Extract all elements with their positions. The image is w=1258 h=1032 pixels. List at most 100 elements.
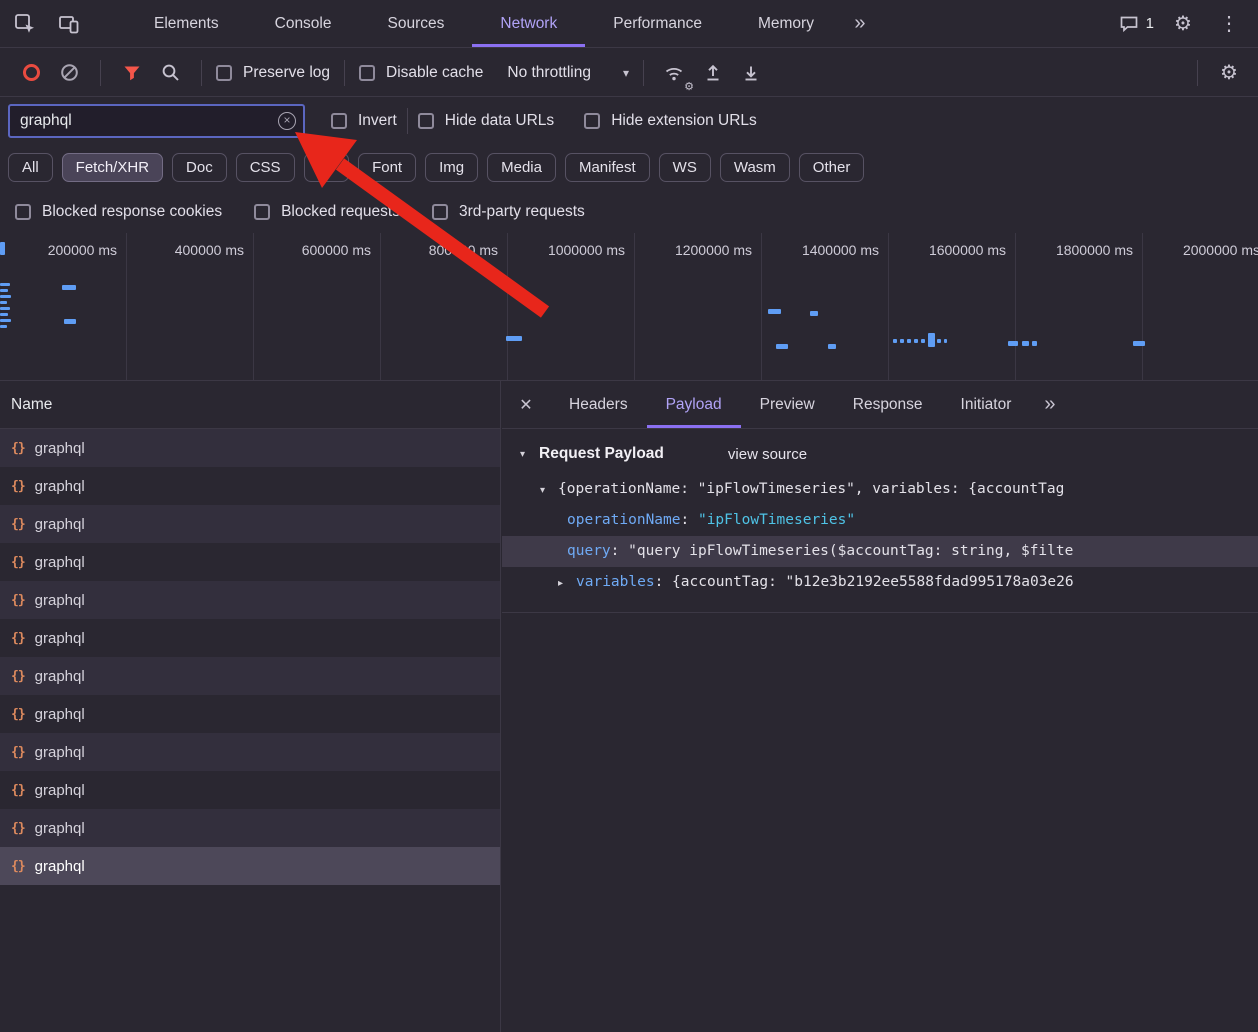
network-toolbar: Preserve log Disable cache No throttling…: [0, 49, 1258, 97]
tree-triangle-icon[interactable]: ▸: [558, 568, 576, 598]
throttling-value: No throttling: [507, 64, 591, 82]
blocked-requests-checkbox[interactable]: Blocked requests: [254, 203, 400, 221]
throttling-select[interactable]: No throttling ▾: [507, 64, 629, 82]
request-row[interactable]: {} graphql: [0, 847, 500, 885]
request-row[interactable]: {}graphql: [0, 429, 500, 467]
tab-performance[interactable]: Performance: [585, 0, 730, 47]
blocked-response-cookies-label: Blocked response cookies: [42, 203, 222, 221]
divider: [100, 60, 101, 86]
network-settings-gear-icon[interactable]: ⚙: [1212, 56, 1246, 90]
invert-checkbox[interactable]: Invert: [331, 112, 397, 130]
hide-data-urls-checkbox[interactable]: Hide data URLs: [418, 112, 554, 130]
hide-data-urls-label: Hide data URLs: [445, 112, 554, 130]
request-row[interactable]: {}graphql: [0, 809, 500, 847]
chip-other[interactable]: Other: [799, 153, 865, 182]
waterfall-bar: [768, 309, 781, 314]
hide-extension-urls-checkbox[interactable]: Hide extension URLs: [584, 112, 757, 130]
timeline-tick: 2000000 ms: [1143, 233, 1258, 380]
inspect-element-icon[interactable]: [8, 7, 42, 41]
waterfall-bar: [0, 295, 11, 298]
chip-font[interactable]: Font: [358, 153, 416, 182]
overview-timeline[interactable]: 200000 ms400000 ms600000 ms800000 ms1000…: [0, 233, 1258, 381]
timeline-tick: 1800000 ms: [1016, 233, 1143, 380]
tab-network[interactable]: Network: [472, 0, 585, 47]
request-name: graphql: [35, 478, 85, 495]
network-conditions-icon[interactable]: ⚙: [658, 56, 692, 90]
chip-doc[interactable]: Doc: [172, 153, 227, 182]
request-row[interactable]: {}graphql: [0, 467, 500, 505]
chip-img[interactable]: Img: [425, 153, 478, 182]
payload-row[interactable]: ▸variables: {accountTag: "b12e3b2192ee55…: [502, 567, 1258, 598]
3rd-party-requests-checkbox[interactable]: 3rd-party requests: [432, 203, 585, 221]
chip-css[interactable]: CSS: [236, 153, 295, 182]
chip-manifest[interactable]: Manifest: [565, 153, 650, 182]
chip-js[interactable]: JS: [304, 153, 350, 182]
payload-row[interactable]: operationName: "ipFlowTimeseries": [502, 505, 1258, 536]
waterfall-bar: [62, 285, 76, 290]
waterfall-bar: [1133, 341, 1145, 346]
view-source-link[interactable]: view source: [728, 446, 807, 463]
payload-row[interactable]: query: "query ipFlowTimeseries($accountT…: [502, 536, 1258, 567]
record-icon: [23, 64, 40, 81]
request-row[interactable]: {}graphql: [0, 733, 500, 771]
waterfall-bar: [1032, 341, 1037, 346]
timeline-tick: 600000 ms: [254, 233, 381, 380]
clear-filter-icon[interactable]: ×: [278, 112, 296, 130]
tree-triangle-icon[interactable]: ▾: [540, 475, 558, 505]
detail-tab-initiator[interactable]: Initiator: [942, 381, 1031, 428]
device-toolbar-icon[interactable]: [52, 7, 86, 41]
payload-row[interactable]: ▾{operationName: "ipFlowTimeseries", var…: [502, 474, 1258, 505]
clear-button[interactable]: [52, 56, 86, 90]
filter-input[interactable]: [20, 112, 273, 130]
fetch-xhr-icon: {}: [11, 859, 25, 874]
tab-console[interactable]: Console: [247, 0, 360, 47]
preserve-log-checkbox[interactable]: Preserve log: [216, 64, 330, 82]
request-row[interactable]: {}graphql: [0, 543, 500, 581]
export-har-icon[interactable]: [734, 56, 768, 90]
blocked-response-cookies-checkbox[interactable]: Blocked response cookies: [15, 203, 222, 221]
checkbox-box: [584, 113, 600, 129]
chip-ws[interactable]: WS: [659, 153, 711, 182]
import-har-icon[interactable]: [696, 56, 730, 90]
more-panels-icon[interactable]: »: [842, 7, 876, 41]
detail-tab-payload[interactable]: Payload: [647, 381, 741, 428]
collapse-triangle-icon[interactable]: ▾: [520, 449, 538, 460]
waterfall-bar: [893, 339, 897, 343]
checkbox-box: [359, 65, 375, 81]
tab-sources[interactable]: Sources: [360, 0, 473, 47]
issues-button[interactable]: 1: [1119, 15, 1154, 33]
tab-memory[interactable]: Memory: [730, 0, 842, 47]
request-row[interactable]: {}graphql: [0, 505, 500, 543]
record-button[interactable]: [14, 56, 48, 90]
chip-fetch-xhr[interactable]: Fetch/XHR: [62, 153, 163, 182]
chip-wasm[interactable]: Wasm: [720, 153, 790, 182]
divider: [407, 108, 408, 134]
issues-count: 1: [1146, 15, 1154, 32]
chip-all[interactable]: All: [8, 153, 53, 182]
kebab-menu-icon[interactable]: ⋮: [1212, 7, 1246, 41]
request-row[interactable]: {}graphql: [0, 657, 500, 695]
search-icon[interactable]: [153, 56, 187, 90]
detail-tab-response[interactable]: Response: [834, 381, 942, 428]
payload-value: {operationName: "ipFlowTimeseries", vari…: [558, 481, 1064, 497]
tab-elements[interactable]: Elements: [126, 0, 247, 47]
request-row[interactable]: {}graphql: [0, 771, 500, 809]
request-row[interactable]: {}graphql: [0, 619, 500, 657]
more-detail-tabs-icon[interactable]: »: [1030, 381, 1067, 428]
settings-gear-icon[interactable]: ⚙: [1166, 7, 1200, 41]
disable-cache-checkbox[interactable]: Disable cache: [359, 64, 483, 82]
blocked-requests-label: Blocked requests: [281, 203, 400, 221]
waterfall-bar: [1008, 341, 1018, 346]
chip-media[interactable]: Media: [487, 153, 556, 182]
close-icon[interactable]: ✕: [502, 381, 550, 428]
request-name: graphql: [35, 858, 85, 875]
request-row[interactable]: {}graphql: [0, 695, 500, 733]
detail-tab-headers[interactable]: Headers: [550, 381, 647, 428]
detail-tab-preview[interactable]: Preview: [741, 381, 834, 428]
divider: [344, 60, 345, 86]
name-column-header[interactable]: Name: [0, 381, 500, 429]
filter-toggle-icon[interactable]: [115, 56, 149, 90]
waterfall-bar: [0, 283, 10, 286]
disable-cache-label: Disable cache: [386, 64, 483, 82]
request-row[interactable]: {}graphql: [0, 581, 500, 619]
